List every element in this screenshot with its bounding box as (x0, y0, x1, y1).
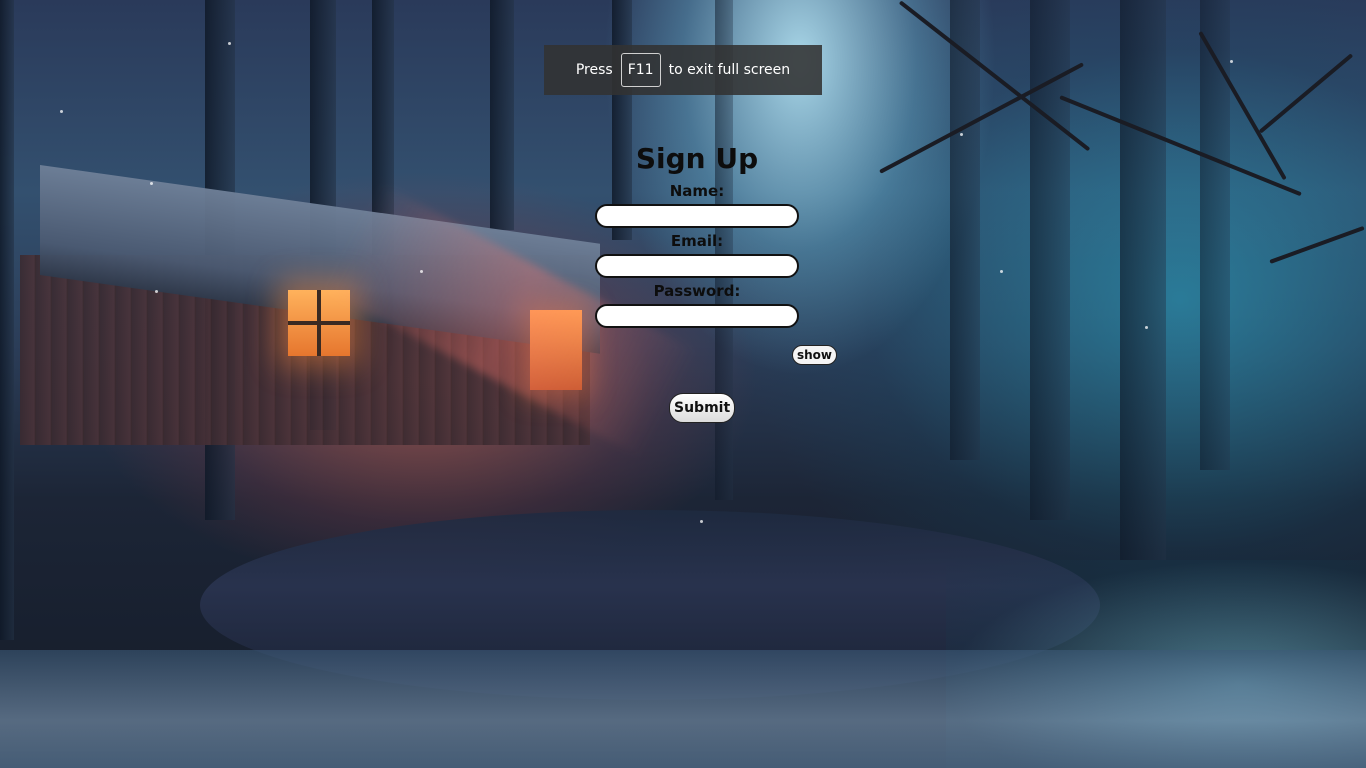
snowflake (420, 270, 423, 273)
tree-trunk (950, 0, 980, 460)
snowflake (700, 520, 703, 523)
cabin-window (288, 290, 350, 356)
snowflake (150, 182, 153, 185)
show-password-button[interactable]: show (792, 345, 838, 365)
name-field[interactable] (595, 204, 799, 228)
snowflake (60, 110, 63, 113)
tree-branch (1269, 225, 1365, 264)
tree-branch (1258, 53, 1354, 134)
email-field[interactable] (595, 254, 799, 278)
submit-button[interactable]: Submit (669, 393, 736, 423)
snowflake (1145, 326, 1148, 329)
name-label: Name: (669, 182, 725, 200)
fullscreen-notice-prefix: Press (575, 62, 613, 78)
email-label: Email: (670, 232, 724, 250)
page-background: Press F11 to exit full screen Sign Up Na… (0, 0, 1366, 768)
password-label: Password: (653, 282, 741, 300)
snow-ground (0, 650, 1366, 768)
snowflake (155, 290, 158, 293)
f11-key-badge: F11 (620, 53, 661, 87)
tree-trunk (1200, 0, 1230, 470)
tree-trunk (1120, 0, 1166, 560)
snowflake (1000, 270, 1003, 273)
snowflake (1230, 60, 1233, 63)
form-title: Sign Up (635, 142, 759, 175)
snowflake (960, 133, 963, 136)
password-field[interactable] (595, 304, 799, 328)
signup-form: Sign Up Name: Email: Password: show Subm… (560, 140, 838, 423)
tree-trunk (0, 0, 14, 640)
fullscreen-notice-suffix: to exit full screen (668, 62, 791, 78)
snowflake (228, 42, 231, 45)
fullscreen-notice: Press F11 to exit full screen (544, 45, 822, 95)
tree-trunk (490, 0, 514, 230)
